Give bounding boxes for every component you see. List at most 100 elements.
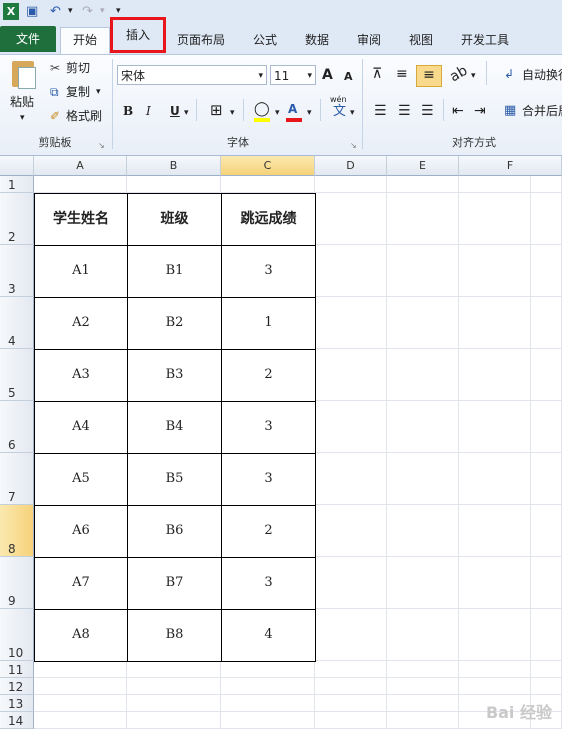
table-cell[interactable]: A3 — [34, 349, 128, 402]
grid-cell[interactable] — [387, 609, 459, 661]
clipboard-launcher-icon[interactable]: ↘ — [98, 137, 105, 155]
grid-cell[interactable] — [127, 695, 221, 712]
row-header-13[interactable]: 13 — [0, 695, 34, 712]
grid-cell[interactable] — [459, 401, 531, 453]
align-right-icon[interactable]: ☰ — [421, 102, 434, 120]
grid-cell[interactable] — [387, 678, 459, 695]
italic-button[interactable]: I — [146, 102, 151, 120]
table-header-cell[interactable]: 班级 — [127, 193, 222, 246]
border-icon[interactable]: ⊞ — [210, 101, 223, 119]
row-header-11[interactable]: 11 — [0, 661, 34, 678]
grid-cell[interactable] — [315, 453, 387, 505]
row-header-7[interactable]: 7 — [0, 453, 34, 505]
table-cell[interactable]: A2 — [34, 297, 128, 350]
grid-cell[interactable] — [531, 245, 562, 297]
grid-cell[interactable] — [315, 401, 387, 453]
grid-cell[interactable] — [387, 695, 459, 712]
excel-app-icon[interactable]: X — [3, 3, 19, 20]
format-painter-button[interactable]: 格式刷 — [66, 107, 102, 125]
fill-color-icon[interactable]: ◯ — [254, 100, 270, 122]
grid-cell[interactable] — [387, 661, 459, 678]
grid-cell[interactable] — [387, 193, 459, 245]
row-header-10[interactable]: 10 — [0, 609, 34, 661]
grid-cell[interactable] — [459, 349, 531, 401]
align-bottom-icon[interactable]: ≡ — [416, 65, 442, 87]
grid-cell[interactable] — [387, 401, 459, 453]
copy-button[interactable]: 复制 — [66, 83, 90, 101]
align-center-icon[interactable]: ☰ — [398, 102, 411, 120]
grid-cell[interactable] — [315, 176, 387, 193]
grid-cell[interactable] — [387, 297, 459, 349]
grid-cell[interactable] — [315, 695, 387, 712]
font-color-button[interactable]: A — [286, 100, 302, 122]
wrap-text-button[interactable]: 自动换行 — [522, 66, 562, 84]
border-dropdown-icon[interactable]: ▾ — [230, 104, 235, 122]
grid-cell[interactable] — [459, 176, 531, 193]
grid-cell[interactable] — [34, 678, 127, 695]
grid-cell[interactable] — [315, 245, 387, 297]
grid-cell[interactable] — [531, 176, 562, 193]
undo-icon[interactable]: ↶ — [50, 3, 61, 20]
grid-cell[interactable] — [34, 176, 127, 193]
table-cell[interactable]: B3 — [127, 349, 222, 402]
column-header-c[interactable]: C — [221, 156, 315, 176]
grid-cell[interactable] — [34, 712, 127, 729]
format-painter-icon[interactable]: ✐ — [50, 107, 60, 125]
tab-developer[interactable]: 开发工具 — [452, 28, 518, 52]
table-cell[interactable]: B4 — [127, 401, 222, 454]
row-header-4[interactable]: 4 — [0, 297, 34, 349]
grid-cell[interactable] — [315, 193, 387, 245]
tab-file[interactable]: 文件 — [0, 26, 56, 52]
grid-cell[interactable] — [221, 678, 315, 695]
underline-button[interactable]: U — [170, 102, 180, 120]
grid-cell[interactable] — [315, 505, 387, 557]
grid-cell[interactable] — [221, 176, 315, 193]
table-cell[interactable]: 3 — [221, 245, 316, 298]
grid-cell[interactable] — [34, 695, 127, 712]
row-header-6[interactable]: 6 — [0, 401, 34, 453]
tab-home[interactable]: 开始 — [60, 27, 110, 54]
row-header-5[interactable]: 5 — [0, 349, 34, 401]
table-cell[interactable]: B8 — [127, 609, 222, 662]
table-cell[interactable]: A6 — [34, 505, 128, 558]
bold-button[interactable]: B — [123, 102, 133, 120]
scissors-icon[interactable]: ✂ — [50, 59, 60, 77]
merge-center-icon[interactable]: ▦ — [504, 102, 516, 120]
row-header-14[interactable]: 14 — [0, 712, 34, 729]
table-header-cell[interactable]: 学生姓名 — [34, 193, 128, 246]
paste-icon[interactable] — [10, 59, 38, 89]
tab-insert[interactable]: 插入 — [110, 17, 166, 53]
grid-cell[interactable] — [459, 193, 531, 245]
row-header-3[interactable]: 3 — [0, 245, 34, 297]
cut-button[interactable]: 剪切 — [66, 59, 90, 77]
grid-cell[interactable] — [127, 712, 221, 729]
align-left-icon[interactable]: ☰ — [374, 102, 387, 120]
grid-cell[interactable] — [531, 401, 562, 453]
orientation-dropdown-icon[interactable]: ▾ — [471, 67, 476, 85]
grid-cell[interactable] — [221, 695, 315, 712]
row-header-8[interactable]: 8 — [0, 505, 34, 557]
grid-cell[interactable] — [387, 505, 459, 557]
tab-page-layout[interactable]: 页面布局 — [170, 28, 232, 52]
column-header-d[interactable]: D — [315, 156, 387, 176]
table-cell[interactable]: 3 — [221, 557, 316, 610]
grid-cell[interactable] — [531, 453, 562, 505]
row-header-2[interactable]: 2 — [0, 193, 34, 245]
grid-cell[interactable] — [127, 176, 221, 193]
row-header-1[interactable]: 1 — [0, 176, 34, 193]
undo-dropdown-icon[interactable]: ▾ — [68, 3, 73, 20]
grid-cell[interactable] — [387, 453, 459, 505]
grid-cell[interactable] — [531, 661, 562, 678]
table-cell[interactable]: A8 — [34, 609, 128, 662]
align-top-icon[interactable]: ⊼ — [372, 65, 382, 83]
grid-cell[interactable] — [459, 609, 531, 661]
column-header-f[interactable]: F — [459, 156, 562, 176]
select-all-corner[interactable] — [0, 156, 34, 176]
phonetic-guide-button[interactable]: wén 文 — [330, 95, 347, 119]
table-cell[interactable]: 2 — [221, 349, 316, 402]
grid-cell[interactable] — [387, 245, 459, 297]
grid-cell[interactable] — [531, 557, 562, 609]
redo-icon[interactable]: ↷ — [82, 3, 93, 20]
table-cell[interactable]: 1 — [221, 297, 316, 350]
grid-cell[interactable] — [387, 712, 459, 729]
